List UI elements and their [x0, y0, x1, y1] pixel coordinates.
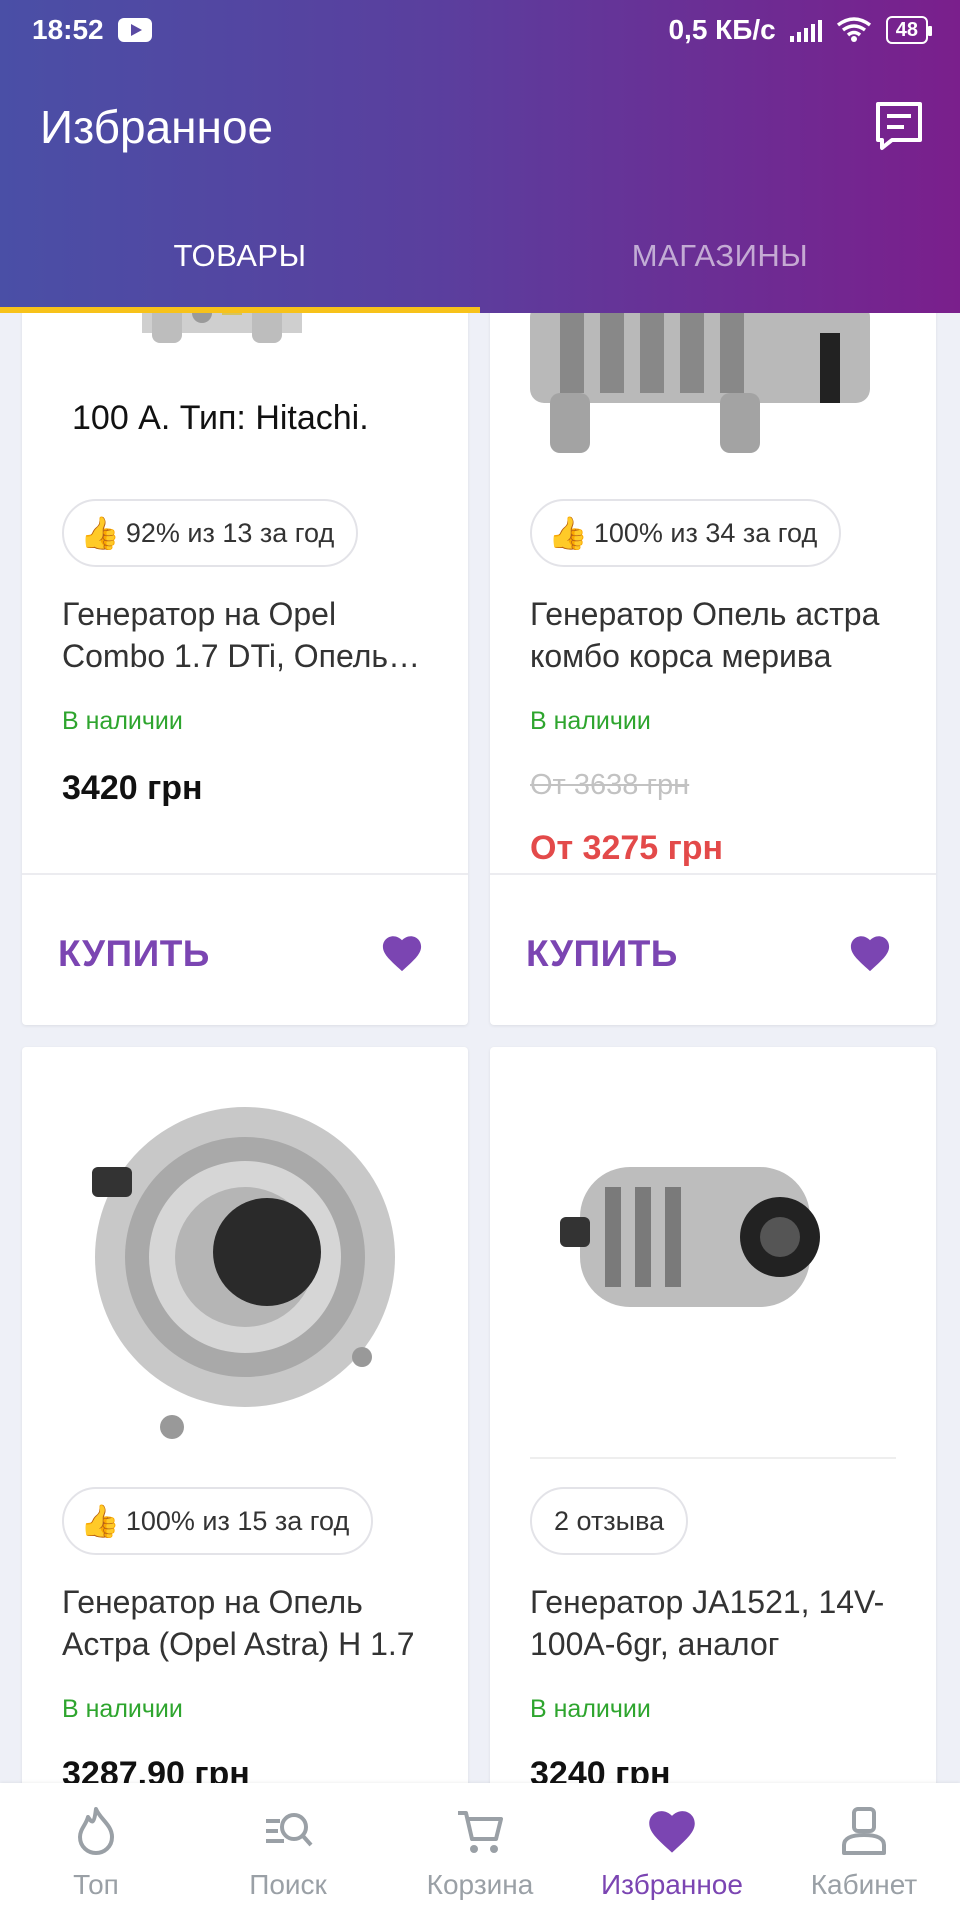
- availability-status: В наличии: [62, 1695, 183, 1723]
- product-image[interactable]: [490, 313, 936, 465]
- product-card[interactable]: 100 А. Тип: Hitachi. 👍 92% из 13 за год …: [22, 313, 468, 1025]
- availability-status: В наличии: [62, 707, 183, 735]
- tab-products[interactable]: ТОВАРЫ: [0, 220, 480, 313]
- user-icon: [842, 1807, 886, 1855]
- nav-cabinet[interactable]: Кабинет: [768, 1783, 960, 1920]
- buy-button[interactable]: КУПИТЬ: [58, 933, 210, 975]
- buy-button[interactable]: КУПИТЬ: [526, 933, 678, 975]
- status-bar: 18:52 0,5 КБ/с 48: [0, 0, 960, 60]
- product-price: 3287.90 грн: [62, 1755, 250, 1783]
- product-card[interactable]: 👍 100% из 34 за год Генератор Опель астр…: [490, 313, 936, 1025]
- wifi-icon: [836, 17, 871, 42]
- chat-icon[interactable]: [874, 100, 924, 152]
- nav-label: Корзина: [426, 1869, 534, 1900]
- rating-badge: 👍 92% из 13 за год: [62, 499, 359, 567]
- thumbs-up-icon: 👍: [80, 1503, 120, 1539]
- product-card[interactable]: 👍 100% из 15 за год Генератор на Опель А…: [22, 1047, 468, 1783]
- rating-text: 100% из 15 за год: [125, 1505, 350, 1536]
- tab-bar: ТОВАРЫ МАГАЗИНЫ: [0, 220, 960, 313]
- favorite-heart-icon[interactable]: [380, 933, 424, 973]
- reviews-badge: 2 отзыва: [530, 1487, 689, 1555]
- nav-search[interactable]: Поиск: [192, 1783, 384, 1920]
- thumbs-up-icon: 👍: [548, 515, 588, 551]
- image-caption: 100 А. Тип: Hitachi.: [72, 399, 369, 437]
- page-title: Избранное: [40, 101, 274, 153]
- app-header: 18:52 0,5 КБ/с 48 Избранное ТОВАРЫ МАГАЗ…: [0, 0, 960, 313]
- flame-icon: [78, 1807, 114, 1855]
- rating-badge: 👍 100% из 34 за год: [530, 499, 842, 567]
- signal-icon: [789, 18, 822, 42]
- availability-status: В наличии: [530, 1695, 651, 1723]
- heart-icon: [649, 1811, 695, 1853]
- rating-text: 100% из 34 за год: [593, 517, 818, 548]
- divider: [490, 873, 936, 875]
- bottom-navigation: Топ Поиск Корзина Избранное Кабинет: [0, 1783, 960, 1920]
- favorites-grid: 100 А. Тип: Hitachi. 👍 92% из 13 за год …: [0, 313, 960, 1783]
- nav-favorites[interactable]: Избранное: [576, 1783, 768, 1920]
- network-speed: 0,5 КБ/с: [668, 14, 776, 45]
- nav-top[interactable]: Топ: [0, 1783, 192, 1920]
- old-price: От 3638 грн: [530, 769, 690, 801]
- battery-indicator: 48: [885, 16, 933, 44]
- product-title[interactable]: Генератор на Опель Астра (Opel Astra) H …: [62, 1581, 428, 1665]
- product-image[interactable]: [22, 1047, 468, 1467]
- cart-icon: [458, 1811, 503, 1853]
- tab-stores[interactable]: МАГАЗИНЫ: [480, 220, 960, 313]
- product-image[interactable]: [490, 1047, 936, 1467]
- favorite-heart-icon[interactable]: [848, 933, 892, 973]
- rating-badge: 👍 100% из 15 за год: [62, 1487, 374, 1555]
- nav-label: Топ: [73, 1869, 119, 1900]
- product-title[interactable]: Генератор JA1521, 14V-100A-6gr, аналог: [530, 1581, 896, 1665]
- availability-status: В наличии: [530, 707, 651, 735]
- nav-label: Избранное: [601, 1869, 743, 1900]
- rating-text: 92% из 13 за год: [125, 517, 335, 548]
- nav-label: Кабинет: [810, 1869, 918, 1900]
- divider: [22, 873, 468, 875]
- product-title[interactable]: Генератор Опель астра комбо корса мерива: [530, 593, 896, 677]
- product-price: 3240 грн: [530, 1755, 671, 1783]
- search-icon: [266, 1813, 313, 1847]
- reviews-count: 2 отзыва: [554, 1505, 665, 1536]
- youtube-icon: [117, 18, 152, 42]
- product-price: 3420 грн: [62, 769, 203, 807]
- nav-cart[interactable]: Корзина: [384, 1783, 576, 1920]
- sale-price: От 3275 грн: [530, 829, 724, 867]
- status-time: 18:52: [32, 14, 104, 45]
- thumbs-up-icon: 👍: [80, 515, 120, 551]
- product-title[interactable]: Генератор на Opel Combo 1.7 DTi, Опель К…: [62, 593, 428, 677]
- nav-label: Поиск: [249, 1869, 327, 1900]
- product-card[interactable]: 2 отзыва Генератор JA1521, 14V-100A-6gr,…: [490, 1047, 936, 1783]
